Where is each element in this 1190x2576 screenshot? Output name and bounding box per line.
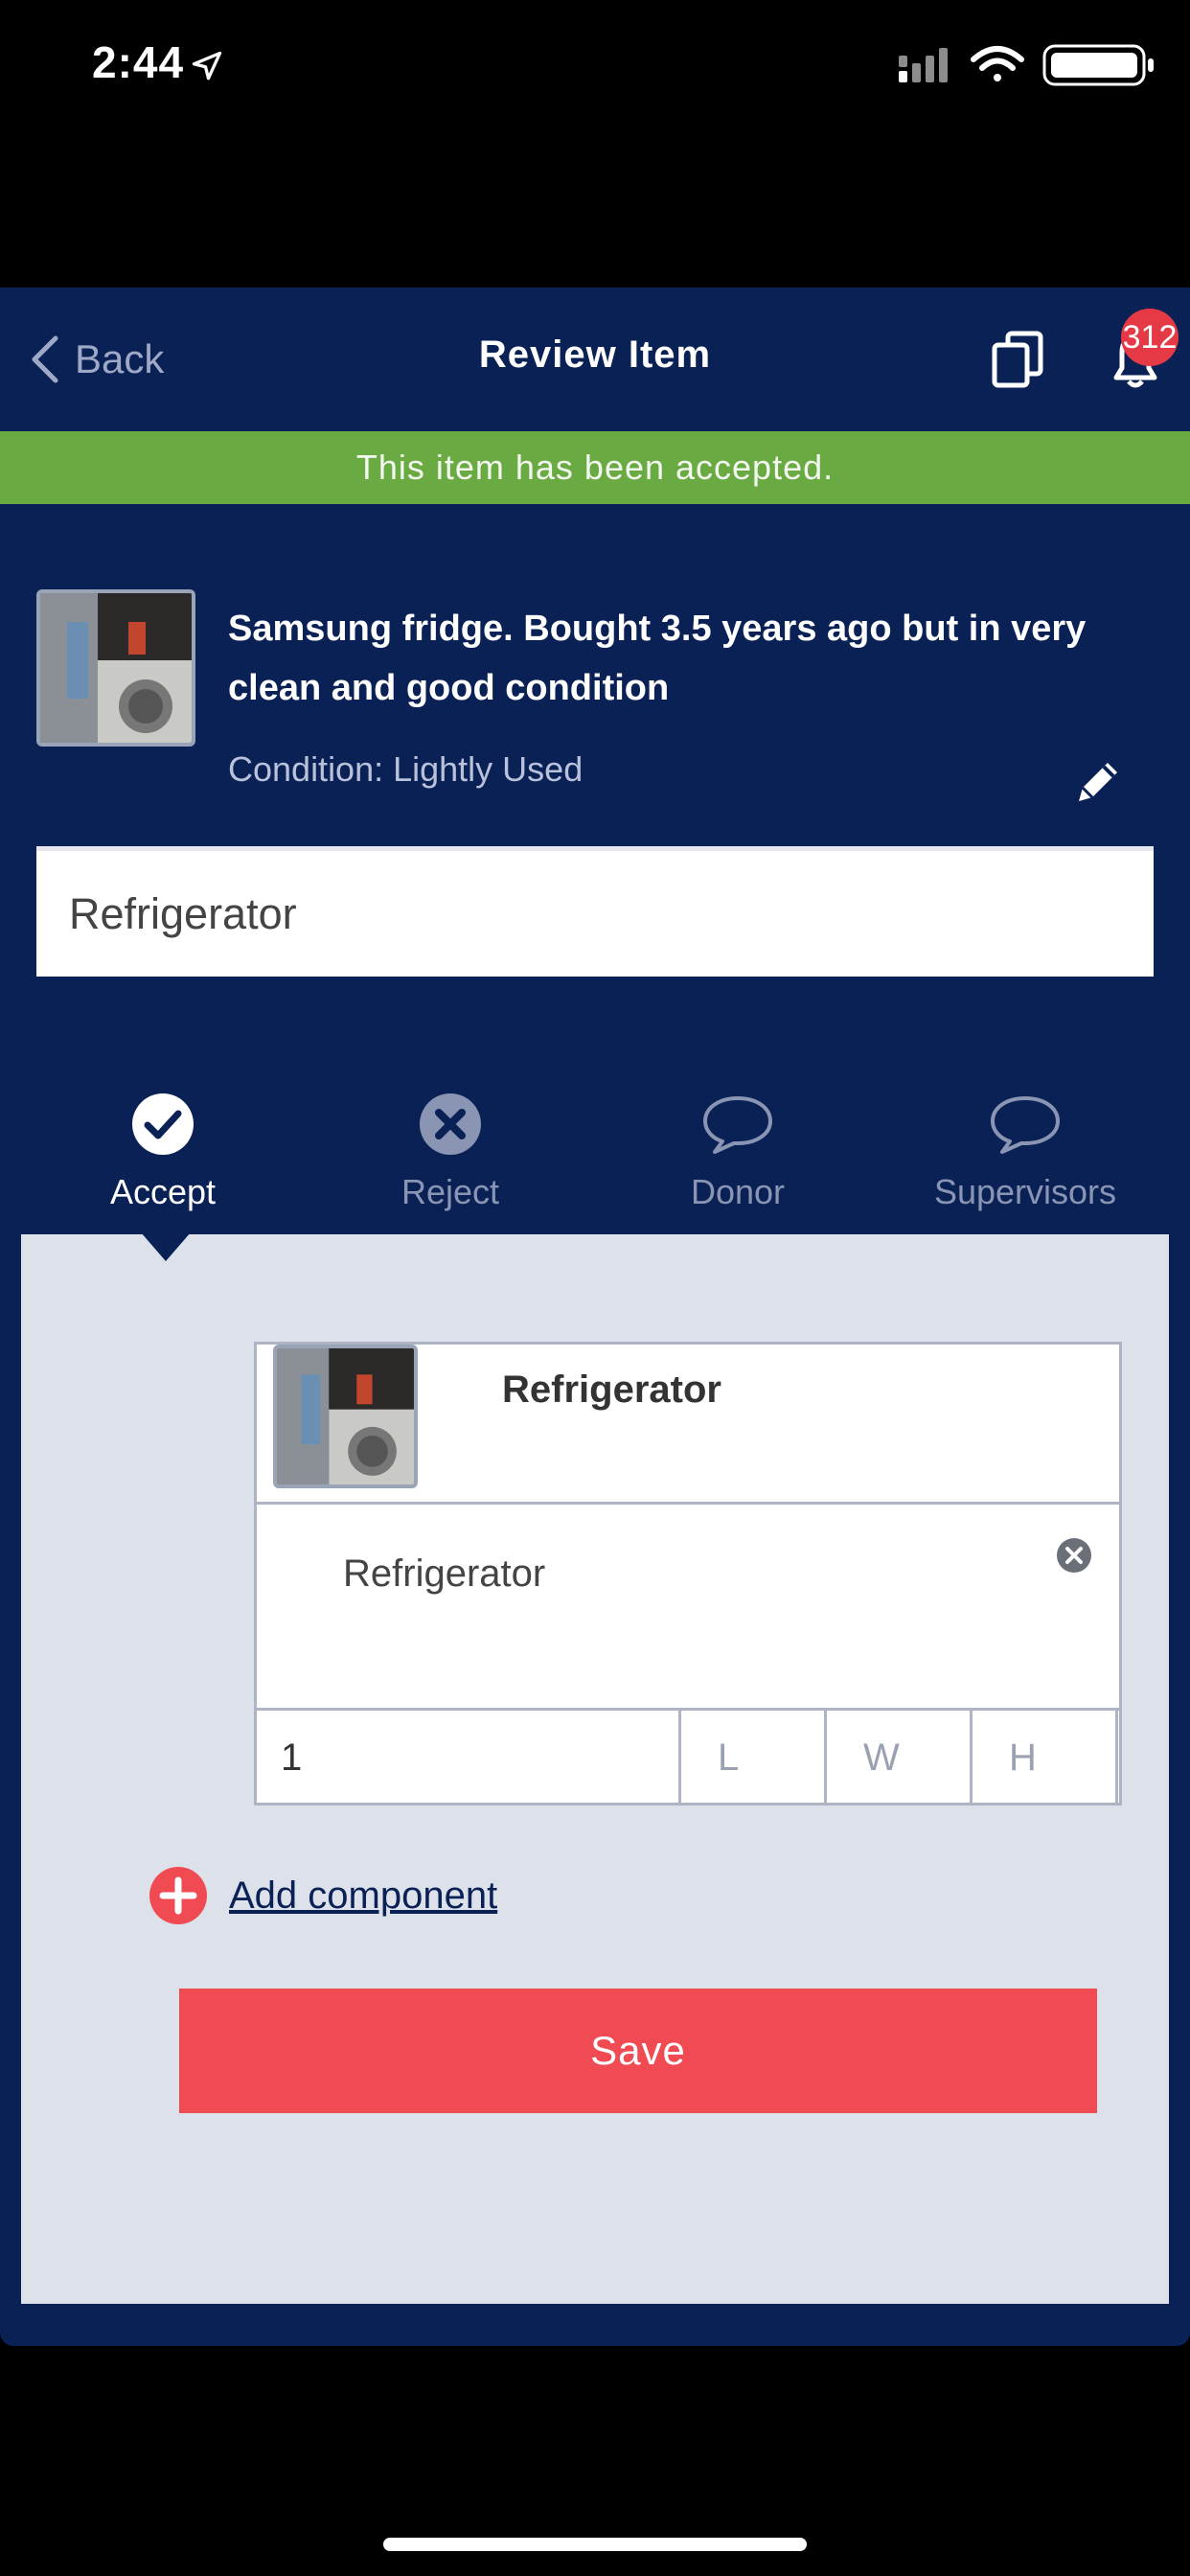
tab-accept[interactable]: Accept xyxy=(19,1092,307,1212)
clear-icon[interactable] xyxy=(1056,1537,1092,1574)
accepted-banner: This item has been accepted. xyxy=(0,431,1190,504)
active-tab-indicator xyxy=(141,1232,191,1261)
speech-bubble-icon xyxy=(703,1096,772,1154)
status-icons xyxy=(899,44,1154,86)
divider xyxy=(254,1502,1122,1505)
notification-badge: 312 xyxy=(1121,309,1179,366)
tab-accept-label: Accept xyxy=(109,1172,217,1211)
item-name-field[interactable]: Refrigerator xyxy=(36,846,1154,977)
x-circle-icon xyxy=(420,1093,481,1155)
quantity-dimensions-row: 1 L W H xyxy=(254,1708,1122,1806)
item-description: Samsung fridge. Bought 3.5 years ago but… xyxy=(228,609,1087,708)
item-name-value: Refrigerator xyxy=(69,888,297,938)
tab-donor-label: Donor xyxy=(690,1172,786,1211)
length-field[interactable]: L xyxy=(681,1711,827,1806)
tab-reject-label: Reject xyxy=(400,1172,500,1211)
component-description-field[interactable]: Refrigerator xyxy=(343,1552,545,1596)
copy-icon[interactable] xyxy=(989,330,1048,389)
plus-circle-icon xyxy=(149,1867,207,1924)
home-indicator[interactable] xyxy=(383,2538,807,2551)
item-photo[interactable] xyxy=(36,589,195,747)
tab-supervisors[interactable]: Supervisors xyxy=(881,1092,1169,1212)
location-arrow-icon xyxy=(192,51,222,80)
battery-icon xyxy=(1042,44,1154,86)
tab-supervisors-label: Supervisors xyxy=(933,1172,1117,1211)
component-photo[interactable] xyxy=(273,1345,418,1488)
fridge-photo xyxy=(40,593,192,743)
tab-donor[interactable]: Donor xyxy=(594,1092,881,1212)
height-field[interactable]: H xyxy=(973,1711,1118,1806)
status-time: 2:44 xyxy=(92,36,224,88)
item-condition: Condition: Lightly Used xyxy=(228,749,584,789)
check-circle-icon xyxy=(132,1093,194,1155)
quantity-field[interactable]: 1 xyxy=(254,1711,681,1806)
width-field[interactable]: W xyxy=(827,1711,973,1806)
component-title: Refrigerator xyxy=(502,1368,721,1411)
cellular-signal-icon xyxy=(899,48,948,82)
fridge-photo xyxy=(277,1348,414,1484)
tab-reject[interactable]: Reject xyxy=(307,1092,594,1212)
add-component-label: Add component xyxy=(229,1874,498,1917)
save-button[interactable]: Save xyxy=(179,1989,1097,2113)
pencil-icon[interactable] xyxy=(1071,755,1125,809)
wifi-icon xyxy=(971,46,1024,81)
add-component-button[interactable]: Add component xyxy=(149,1867,497,1924)
speech-bubble-icon xyxy=(991,1096,1060,1154)
